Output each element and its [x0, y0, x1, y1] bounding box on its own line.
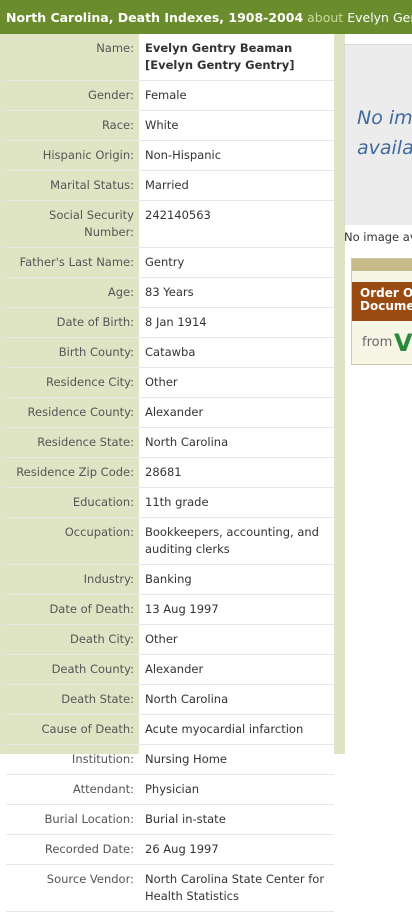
about-label: about: [307, 10, 344, 25]
table-row: Hispanic Origin: Non-Hispanic: [6, 140, 334, 171]
table-row: Father's Last Name: Gentry: [6, 247, 334, 278]
table-row: Death State: North Carolina: [6, 684, 334, 715]
field-value: White: [139, 110, 334, 141]
field-value: Acute myocardial infarction: [139, 714, 334, 745]
table-row: Date of Death: 13 Aug 1997: [6, 594, 334, 625]
field-label: Burial Location:: [6, 804, 139, 835]
table-row: Residence County: Alexander: [6, 397, 334, 428]
field-value: North Carolina: [139, 427, 334, 458]
table-row: Birth County: Catawba: [6, 337, 334, 368]
field-value: North Carolina: [139, 684, 334, 715]
field-value: Non-Hispanic: [139, 140, 334, 171]
field-label: Cause of Death:: [6, 714, 139, 745]
table-row: Burial Location: Burial in-state: [6, 804, 334, 835]
table-row: Occupation: Bookkeepers, accounting, and …: [6, 517, 334, 565]
field-label: Name:: [6, 34, 139, 81]
table-row: Source Vendor: North Carolina State Cente…: [6, 864, 334, 912]
field-value: Alexander: [139, 654, 334, 685]
table-row: Death City: Other: [6, 624, 334, 655]
table-row: Attendant: Physician: [6, 774, 334, 805]
table-row: Date of Birth: 8 Jan 1914: [6, 307, 334, 338]
field-value: Bookkeepers, accounting, and auditing cl…: [139, 517, 334, 565]
no-image-text: No ima availa: [357, 107, 412, 159]
field-label: Death State:: [6, 684, 139, 715]
field-label: Death City:: [6, 624, 139, 655]
field-value: 242140563: [139, 200, 334, 248]
field-value: 13 Aug 1997: [139, 594, 334, 625]
table-row: Race: White: [6, 110, 334, 141]
field-value: Alexander: [139, 397, 334, 428]
vitalchek-logo: Vit: [394, 329, 412, 357]
table-row: Industry: Banking: [6, 564, 334, 595]
table-row: Education: 11th grade: [6, 487, 334, 518]
field-value: Banking: [139, 564, 334, 595]
field-label: Father's Last Name:: [6, 247, 139, 278]
field-value: Other: [139, 624, 334, 655]
field-label: Institution:: [6, 744, 139, 775]
field-label: Education:: [6, 487, 139, 518]
field-value: North Carolina State Center for Health S…: [139, 864, 334, 912]
field-label: Date of Death:: [6, 594, 139, 625]
table-row: Social Security Number: 242140563: [6, 200, 334, 248]
table-row: Gender: Female: [6, 80, 334, 111]
order-box-header: [352, 259, 412, 271]
record-table: Name: Evelyn Gentry Beaman [Evelyn Gentr…: [6, 34, 334, 912]
field-value: 26 Aug 1997: [139, 834, 334, 865]
person-name-header: Evelyn Gentry Beaman: [347, 10, 412, 25]
table-row: Residence Zip Code: 28681: [6, 457, 334, 488]
field-label: Hispanic Origin:: [6, 140, 139, 171]
no-image-caption: No image av: [344, 230, 412, 244]
field-label: Date of Birth:: [6, 307, 139, 338]
table-row: Death County: Alexander: [6, 654, 334, 685]
table-row: Name: Evelyn Gentry Beaman [Evelyn Gentr…: [6, 34, 334, 81]
record-image-placeholder[interactable]: No ima availa: [344, 44, 412, 225]
field-label: Race:: [6, 110, 139, 141]
field-value: Other: [139, 367, 334, 398]
field-value: Physician: [139, 774, 334, 805]
field-value: 83 Years: [139, 277, 334, 308]
field-value: Burial in-state: [139, 804, 334, 835]
table-row: Marital Status: Married: [6, 170, 334, 201]
field-value: Female: [139, 80, 334, 111]
table-row: Residence State: North Carolina: [6, 427, 334, 458]
field-value: 8 Jan 1914: [139, 307, 334, 338]
field-label: Birth County:: [6, 337, 139, 368]
order-documents-button[interactable]: Order Or Documen: [352, 282, 412, 321]
field-value: Catawba: [139, 337, 334, 368]
field-label: Residence Zip Code:: [6, 457, 139, 488]
table-row: Recorded Date: 26 Aug 1997: [6, 834, 334, 865]
field-label: Age:: [6, 277, 139, 308]
field-label: Occupation:: [6, 517, 139, 565]
field-label: Attendant:: [6, 774, 139, 805]
order-documents-box[interactable]: Order Or Documen from Vit: [351, 258, 412, 365]
table-row: Residence City: Other: [6, 367, 334, 398]
field-label: Marital Status:: [6, 170, 139, 201]
field-label: Recorded Date:: [6, 834, 139, 865]
field-label: Industry:: [6, 564, 139, 595]
field-label: Residence City:: [6, 367, 139, 398]
field-label: Residence County:: [6, 397, 139, 428]
field-label: Social Security Number:: [6, 200, 139, 248]
field-value: Nursing Home: [139, 744, 334, 775]
from-label: from: [362, 335, 393, 350]
table-row: Age: 83 Years: [6, 277, 334, 308]
field-label: Residence State:: [6, 427, 139, 458]
collection-title[interactable]: North Carolina, Death Indexes, 1908-2004: [6, 10, 303, 25]
person-alt-name: [Evelyn Gentry Gentry]: [145, 58, 295, 72]
field-label: Death County:: [6, 654, 139, 685]
collection-header: North Carolina, Death Indexes, 1908-2004…: [0, 0, 412, 34]
field-value: Married: [139, 170, 334, 201]
field-value-name: Evelyn Gentry Beaman [Evelyn Gentry Gent…: [139, 34, 334, 81]
field-value: 11th grade: [139, 487, 334, 518]
field-value: 28681: [139, 457, 334, 488]
table-row: Institution: Nursing Home: [6, 744, 334, 775]
field-label: Source Vendor:: [6, 864, 139, 912]
field-value: Gentry: [139, 247, 334, 278]
table-row: Cause of Death: Acute myocardial infarcti…: [6, 714, 334, 745]
field-label: Gender:: [6, 80, 139, 111]
person-name: Evelyn Gentry Beaman: [145, 41, 293, 55]
